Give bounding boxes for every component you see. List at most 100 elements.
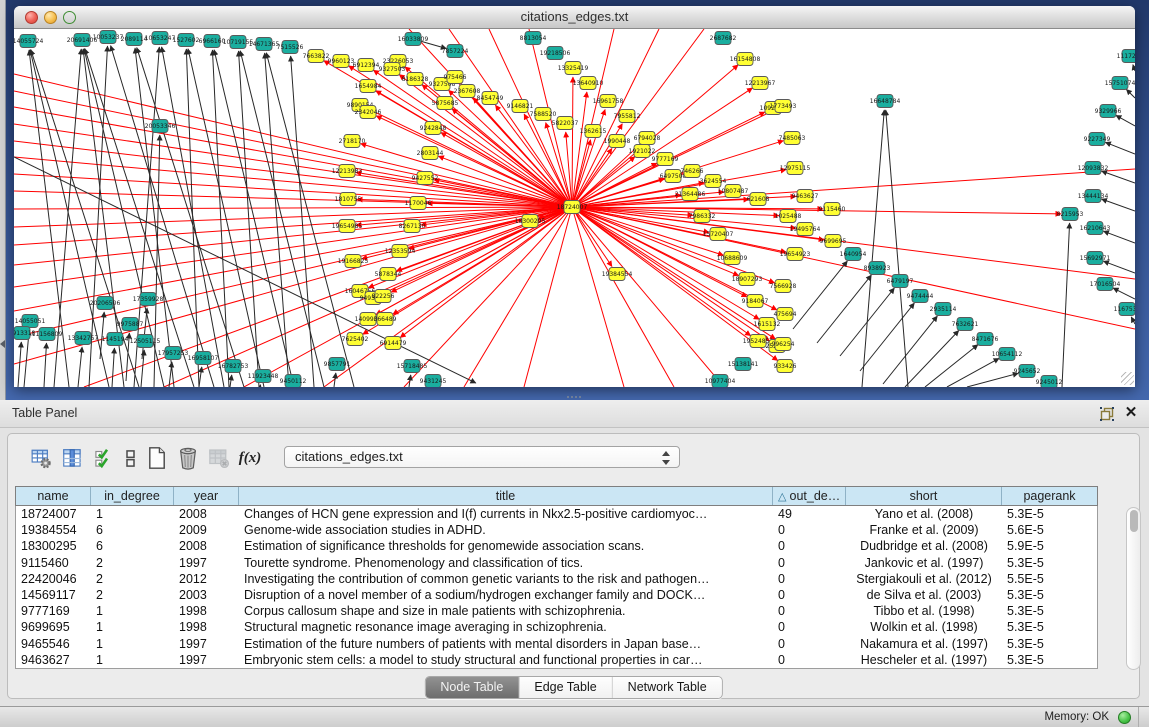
cell-name[interactable]: 18300295 <box>16 538 91 554</box>
cell-outde[interactable]: 0 <box>773 522 846 538</box>
network-node[interactable]: 16958107 <box>188 352 219 365</box>
cell-year[interactable]: 1998 <box>174 619 239 635</box>
new-document-icon[interactable] <box>146 446 168 470</box>
network-node[interactable]: 13325419 <box>558 62 589 75</box>
cell-short[interactable]: de Silva et al. (2003) <box>846 587 1002 603</box>
network-node[interactable]: 13640910 <box>573 77 604 90</box>
table-row[interactable]: 946362711997Embryonic stem cells: a mode… <box>16 652 1097 668</box>
cell-indegree[interactable]: 1 <box>91 603 174 619</box>
scrollbar-thumb[interactable] <box>1130 510 1138 532</box>
cell-name[interactable]: 9699695 <box>16 619 91 635</box>
network-node[interactable]: 15138141 <box>728 358 759 371</box>
cell-indegree[interactable]: 6 <box>91 522 174 538</box>
cell-short[interactable]: Franke et al. (2009) <box>846 522 1002 538</box>
network-canvas[interactable]: 1405572420691406100532372089114106532471… <box>14 29 1135 387</box>
network-node[interactable]: 8215953 <box>1057 208 1084 221</box>
network-node[interactable]: 822256 <box>372 290 395 303</box>
cell-year[interactable]: 1998 <box>174 603 239 619</box>
network-node[interactable]: 15751074 <box>1105 77 1135 90</box>
network-node[interactable]: 7632621 <box>952 318 979 331</box>
cell-outde[interactable]: 49 <box>773 506 846 522</box>
network-node[interactable]: 1145194 <box>102 333 129 346</box>
cell-outde[interactable]: 0 <box>773 636 846 652</box>
window-titlebar[interactable]: citations_edges.txt <box>14 6 1135 29</box>
cell-name[interactable]: 9777169 <box>16 603 91 619</box>
network-node[interactable]: 2718170 <box>339 135 366 148</box>
cell-title[interactable]: Estimation of significance thresholds fo… <box>239 538 773 554</box>
network-node[interactable]: 1640954 <box>840 248 867 261</box>
network-node[interactable]: 366489 <box>374 313 397 326</box>
column-header-short[interactable]: short <box>846 487 1002 505</box>
cell-title[interactable]: Genome-wide association studies in ADHD. <box>239 522 773 538</box>
cell-indegree[interactable]: 1 <box>91 619 174 635</box>
table-row[interactable]: 1456911722003Disruption of a novel membe… <box>16 587 1097 603</box>
network-node[interactable]: 6794028 <box>634 132 661 145</box>
network-node[interactable]: 746266 <box>681 165 704 178</box>
cell-title[interactable]: Tourette syndrome. Phenomenology and cla… <box>239 555 773 571</box>
cell-outde[interactable]: 0 <box>773 603 846 619</box>
cell-short[interactable]: Dudbridge et al. (2008) <box>846 538 1002 554</box>
network-node[interactable]: 1615132 <box>754 318 781 331</box>
cell-outde[interactable]: 0 <box>773 538 846 554</box>
function-builder-icon[interactable]: f(x) <box>239 446 261 470</box>
network-node[interactable]: 9329966 <box>1095 105 1122 118</box>
cell-outde[interactable]: 0 <box>773 571 846 587</box>
delete-trash-icon[interactable] <box>177 446 199 470</box>
network-node[interactable]: 20053346 <box>145 120 176 133</box>
network-node[interactable]: 9245652 <box>1014 365 1041 378</box>
column-header-indegree[interactable]: in_degree <box>91 487 174 505</box>
network-node[interactable]: 14055724 <box>14 35 43 48</box>
cell-pagerank[interactable]: 5.3E-5 <box>1002 555 1097 571</box>
network-node[interactable]: 9450112 <box>280 375 307 388</box>
cell-year[interactable]: 2008 <box>174 538 239 554</box>
network-node[interactable]: 621608 <box>747 193 770 206</box>
network-node[interactable]: 1990448 <box>604 135 631 148</box>
tab-edge-table[interactable]: Edge Table <box>519 677 612 698</box>
network-node[interactable]: 975466 <box>444 71 467 84</box>
column-header-outde[interactable]: △ out_de… <box>773 487 846 505</box>
table-row[interactable]: 1938455462009Genome-wide association stu… <box>16 522 1097 538</box>
network-node[interactable]: 7625402 <box>342 333 369 346</box>
cell-indegree[interactable]: 2 <box>91 555 174 571</box>
network-node[interactable]: 9474444 <box>907 290 934 303</box>
cell-short[interactable]: Nakamura et al. (1997) <box>846 636 1002 652</box>
cell-year[interactable]: 1997 <box>174 652 239 668</box>
float-panel-icon[interactable] <box>1099 406 1115 422</box>
cell-pagerank[interactable]: 5.9E-5 <box>1002 538 1097 554</box>
cell-indegree[interactable]: 1 <box>91 636 174 652</box>
cell-short[interactable]: Stergiakouli et al. (2012) <box>846 571 1002 587</box>
cell-pagerank[interactable]: 5.3E-5 <box>1002 652 1097 668</box>
network-node[interactable]: 1025488 <box>775 210 802 223</box>
network-node[interactable]: 9699695 <box>820 235 847 248</box>
table-vertical-scrollbar[interactable] <box>1126 507 1141 670</box>
network-node[interactable]: 6912394 <box>353 59 380 72</box>
network-node[interactable]: 9227349 <box>1084 133 1111 146</box>
network-node[interactable]: 9242848 <box>420 122 447 135</box>
network-node[interactable]: 12213967 <box>745 77 776 90</box>
cell-year[interactable]: 1997 <box>174 636 239 652</box>
network-node[interactable]: 17957253 <box>158 347 189 360</box>
cell-indegree[interactable]: 2 <box>91 587 174 603</box>
network-node[interactable]: 9245012 <box>1036 376 1063 388</box>
network-node[interactable]: 1362615 <box>580 125 607 138</box>
cell-pagerank[interactable]: 5.6E-5 <box>1002 522 1097 538</box>
column-header-pagerank[interactable]: pagerank <box>1002 487 1097 505</box>
network-node[interactable]: 9115460 <box>819 203 846 216</box>
network-node[interactable]: 17016504 <box>1090 278 1121 291</box>
cell-year[interactable]: 2003 <box>174 587 239 603</box>
cell-year[interactable]: 2008 <box>174 506 239 522</box>
table-row[interactable]: 1872400712008Changes of HCN gene express… <box>16 506 1097 522</box>
cell-title[interactable]: Structural magnetic resonance image aver… <box>239 619 773 635</box>
network-node[interactable]: 3624554 <box>700 175 727 188</box>
cell-year[interactable]: 2009 <box>174 522 239 538</box>
network-node[interactable]: 16154808 <box>730 53 761 66</box>
network-node[interactable]: 12505115 <box>130 335 161 348</box>
network-node[interactable]: 19495764 <box>790 223 821 236</box>
network-node[interactable]: 7515526 <box>277 41 304 54</box>
network-node[interactable]: 16648784 <box>870 95 901 108</box>
cell-indegree[interactable]: 6 <box>91 538 174 554</box>
column-header-name[interactable]: name <box>16 487 91 505</box>
network-node[interactable]: 1167533 <box>1114 303 1135 316</box>
network-node[interactable]: 16961758 <box>593 95 624 108</box>
network-select-dropdown[interactable]: citations_edges.txt <box>284 446 680 468</box>
